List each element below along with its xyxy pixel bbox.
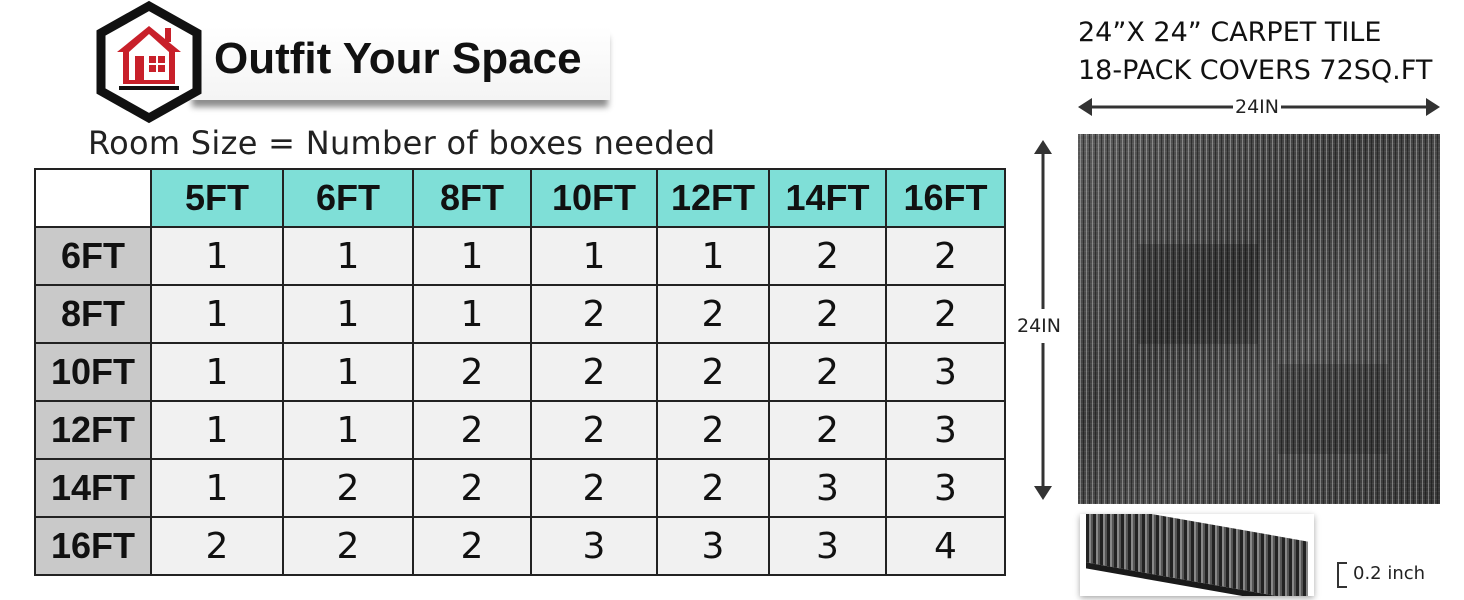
table-cell: 2: [412, 516, 532, 576]
col-header: 14FT: [768, 168, 887, 228]
table-cell: 1: [412, 284, 532, 344]
table-cell: 1: [282, 284, 414, 344]
spec-size: 24”X 24” CARPET TILE: [1078, 17, 1382, 48]
table-row: 6FT 1 1 1 1 1 2 2: [34, 226, 1006, 286]
table-cell: 2: [412, 342, 532, 402]
table-cell: 1: [530, 226, 658, 286]
carpet-tile-image: [1078, 134, 1440, 504]
boxes-needed-table: 5FT 6FT 8FT 10FT 12FT 14FT 16FT 6FT 1 1 …: [34, 168, 1006, 576]
table-row: 12FT 1 1 2 2 2 2 3: [34, 400, 1006, 460]
table-cell: 1: [150, 226, 284, 286]
col-header: 8FT: [412, 168, 532, 228]
house-hexagon-icon: [96, 0, 202, 124]
table-cell: 2: [412, 458, 532, 518]
table-cell: 3: [768, 516, 887, 576]
table-cell: 3: [885, 458, 1006, 518]
header-row: 5FT 6FT 8FT 10FT 12FT 14FT 16FT: [34, 168, 1006, 228]
table-cell: 3: [768, 458, 887, 518]
table-cell: 4: [885, 516, 1006, 576]
height-label: 24IN: [1017, 309, 1061, 343]
table-cell: 3: [885, 342, 1006, 402]
corner-cell: [34, 168, 152, 228]
row-header: 16FT: [34, 516, 152, 576]
table-cell: 2: [656, 284, 770, 344]
table-row: 10FT 1 1 2 2 2 2 3: [34, 342, 1006, 402]
table-cell: 2: [530, 458, 658, 518]
col-header: 6FT: [282, 168, 414, 228]
col-header: 10FT: [530, 168, 658, 228]
brand-name: Outfit Your Space: [214, 34, 582, 83]
row-header: 10FT: [34, 342, 152, 402]
table-cell: 1: [282, 342, 414, 402]
table-cell: 2: [768, 342, 887, 402]
table-cell: 3: [656, 516, 770, 576]
table-cell: 2: [656, 400, 770, 460]
table-cell: 2: [282, 458, 414, 518]
row-header: 12FT: [34, 400, 152, 460]
table-cell: 3: [885, 400, 1006, 460]
table-cell: 3: [530, 516, 658, 576]
col-header: 12FT: [656, 168, 770, 228]
tile-edge-pile: [1086, 514, 1308, 596]
table-cell: 1: [282, 400, 414, 460]
table-caption: Room Size = Number of boxes needed: [88, 124, 716, 162]
table-cell: 1: [412, 226, 532, 286]
table-cell: 2: [530, 342, 658, 402]
table-cell: 2: [656, 458, 770, 518]
table-cell: 2: [412, 400, 532, 460]
thickness-label: 0.2 inch: [1353, 563, 1426, 584]
table-cell: 1: [656, 226, 770, 286]
table-cell: 2: [282, 516, 414, 576]
table-cell: 2: [150, 516, 284, 576]
width-label: 24IN: [1233, 96, 1281, 118]
thickness-bracket-icon: [1337, 562, 1347, 588]
table-cell: 1: [150, 400, 284, 460]
row-header: 8FT: [34, 284, 152, 344]
product-spec: 24”X 24” CARPET TILE 18-PACK COVERS 72SQ…: [1078, 14, 1432, 90]
table-cell: 2: [656, 342, 770, 402]
table-cell: 1: [150, 458, 284, 518]
table-cell: 2: [530, 400, 658, 460]
spec-coverage: 18-PACK COVERS 72SQ.FT: [1078, 55, 1433, 86]
table-cell: 2: [885, 226, 1006, 286]
table-row: 14FT 1 2 2 2 2 3 3: [34, 458, 1006, 518]
table-cell: 1: [150, 284, 284, 344]
col-header: 5FT: [150, 168, 284, 228]
row-header: 6FT: [34, 226, 152, 286]
table-cell: 1: [282, 226, 414, 286]
table-cell: 2: [768, 284, 887, 344]
table-row: 8FT 1 1 1 2 2 2 2: [34, 284, 1006, 344]
table-cell: 2: [530, 284, 658, 344]
row-header: 14FT: [34, 458, 152, 518]
tile-edge-image: [1080, 514, 1314, 596]
table-cell: 2: [768, 400, 887, 460]
table-cell: 2: [885, 284, 1006, 344]
table-cell: 2: [768, 226, 887, 286]
table-cell: 1: [150, 342, 284, 402]
table-row: 16FT 2 2 2 3 3 3 4: [34, 516, 1006, 576]
col-header: 16FT: [885, 168, 1006, 228]
